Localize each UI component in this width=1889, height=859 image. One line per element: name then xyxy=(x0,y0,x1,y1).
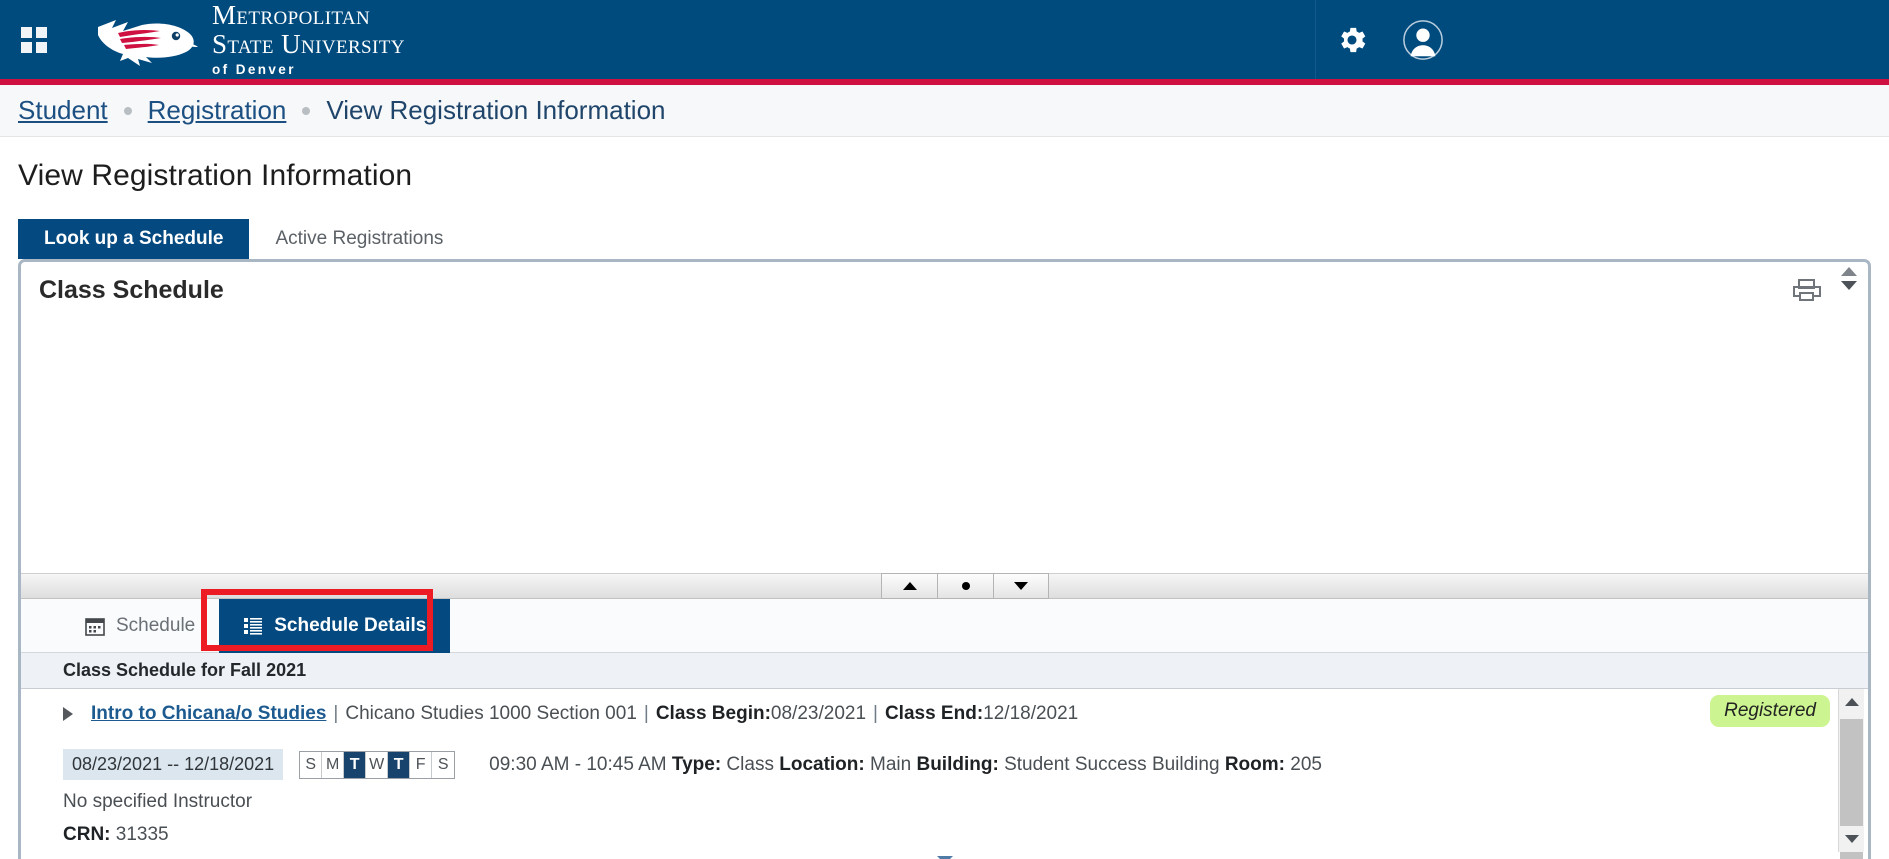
crn-value: 31335 xyxy=(110,824,169,845)
day-cell: S xyxy=(432,751,455,778)
tab-strip: Look up a Schedule Active Registrations xyxy=(0,219,1889,259)
header-actions xyxy=(1315,0,1889,79)
course-subject-section: Chicano Studies 1000 Section 001 xyxy=(345,703,637,724)
meeting-time: 09:30 AM - 10:45 AM xyxy=(489,753,672,775)
course-title-link[interactable]: Intro to Chicana/o Studies xyxy=(91,703,326,725)
subtab-schedule-details[interactable]: Schedule Details xyxy=(219,598,451,653)
panel-corner-nav xyxy=(1836,267,1862,290)
meeting-date-range: 08/23/2021 -- 12/18/2021 xyxy=(63,749,284,780)
type-label: Type: xyxy=(671,753,722,775)
day-cell: F xyxy=(410,751,433,778)
class-begin-value: 08/23/2021 xyxy=(770,703,867,724)
course-scroll-region: Intro to Chicana/o Studies | Chicano Stu… xyxy=(21,689,1868,854)
panel-title: Class Schedule xyxy=(39,276,224,304)
status-badge: Registered xyxy=(1710,695,1830,727)
chevron-up-icon[interactable] xyxy=(1841,267,1857,276)
triangle-up-icon xyxy=(1844,698,1859,706)
breadcrumb-item-student[interactable]: Student xyxy=(18,95,108,126)
header-right-spacer xyxy=(1459,0,1889,79)
type-value: Class xyxy=(721,753,780,775)
tab-look-up-a-schedule[interactable]: Look up a Schedule xyxy=(18,219,250,259)
panel-collapse-button[interactable] xyxy=(993,573,1049,599)
gear-icon xyxy=(1340,27,1365,52)
grid-cell xyxy=(21,41,32,53)
grid-cell xyxy=(36,26,47,38)
day-cell: W xyxy=(366,751,389,778)
app-header: Metropolitan State University of Denver xyxy=(0,0,1889,85)
day-cell: T xyxy=(344,751,367,778)
room-value: 205 xyxy=(1284,753,1322,775)
calendar-icon xyxy=(85,617,105,636)
separator-pipe: | xyxy=(873,703,878,724)
no-instructor-text: No specified Instructor xyxy=(63,791,253,812)
panel-expand-button[interactable] xyxy=(881,573,937,599)
breadcrumb: Student Registration View Registration I… xyxy=(0,85,1889,137)
breadcrumb-item-registration[interactable]: Registration xyxy=(148,95,287,126)
building-value: Student Success Building xyxy=(998,753,1225,775)
class-schedule-panel: Class Schedule Schedule Schedule Details… xyxy=(18,259,1871,859)
brand-line-3: of Denver xyxy=(212,62,296,78)
scroll-up-button[interactable] xyxy=(1839,689,1864,715)
meeting-row: 08/23/2021 -- 12/18/2021 S M T W T F S 09:30 AM … xyxy=(63,749,1830,780)
class-begin-label: Class Begin: xyxy=(655,703,771,724)
roadrunner-logo xyxy=(98,19,198,66)
day-cell: M xyxy=(322,751,345,778)
brand-line-2: State University xyxy=(212,29,405,60)
class-end-value: 12/18/2021 xyxy=(983,703,1079,724)
separator-pipe: | xyxy=(643,703,649,724)
subtab-schedule-label: Schedule xyxy=(116,614,196,636)
instructor-line: No specified Instructor xyxy=(63,791,1830,813)
room-label: Room: xyxy=(1224,753,1285,775)
tab-active-registrations[interactable]: Active Registrations xyxy=(249,219,469,259)
subtab-schedule-details-label: Schedule Details xyxy=(274,614,427,636)
grid-cell xyxy=(36,41,47,53)
crn-line: CRN: 31335 xyxy=(63,824,1830,846)
triangle-up-icon xyxy=(902,582,917,590)
page-title: View Registration Information xyxy=(18,159,413,192)
brand-line-1: Metropolitan xyxy=(212,0,371,31)
user-avatar-icon xyxy=(1403,19,1443,60)
separator-pipe: | xyxy=(333,703,339,724)
course-row: Intro to Chicana/o Studies | Chicano Stu… xyxy=(63,689,1830,854)
grid-launcher-icon[interactable] xyxy=(21,26,47,53)
brand-wordmark: Metropolitan State University of Denver xyxy=(212,2,405,77)
list-detail-icon xyxy=(244,617,263,635)
brand-lockup[interactable]: Metropolitan State University of Denver xyxy=(90,2,405,77)
expand-triangle-icon[interactable] xyxy=(63,707,73,721)
meeting-details: 09:30 AM - 10:45 AM Type: Class Location… xyxy=(489,754,1322,776)
panel-resizer xyxy=(881,573,1049,599)
day-cell: S xyxy=(300,751,323,778)
location-value: Main xyxy=(864,753,917,775)
course-headline: Intro to Chicana/o Studies | Chicano Stu… xyxy=(63,703,1830,725)
scroll-down-button[interactable] xyxy=(1839,826,1864,852)
grid-cell xyxy=(21,26,32,38)
settings-button[interactable] xyxy=(1315,0,1387,79)
term-header: Class Schedule for Fall 2021 xyxy=(21,653,1868,689)
breadcrumb-item-current: View Registration Information xyxy=(326,95,666,125)
crn-label: CRN: xyxy=(63,824,111,845)
class-end-label: Class End: xyxy=(884,703,984,724)
dot-icon xyxy=(961,582,970,590)
profile-button[interactable] xyxy=(1387,0,1459,79)
meeting-days: SMTWTFS xyxy=(299,750,456,779)
building-label: Building: xyxy=(916,753,999,775)
location-label: Location: xyxy=(779,753,865,775)
panel-restore-button[interactable] xyxy=(937,573,993,599)
schedule-subtab-bar: Schedule Schedule Details xyxy=(21,598,1868,653)
chevron-down-icon[interactable] xyxy=(1841,281,1857,290)
vertical-scrollbar[interactable] xyxy=(1838,689,1864,859)
day-cell: T xyxy=(388,751,411,778)
course-list: Intro to Chicana/o Studies | Chicano Stu… xyxy=(21,689,1830,854)
triangle-down-icon xyxy=(1014,582,1028,590)
triangle-down-icon xyxy=(1844,835,1859,843)
breadcrumb-separator xyxy=(123,106,132,115)
print-icon[interactable] xyxy=(1792,278,1822,302)
breadcrumb-separator xyxy=(302,106,311,115)
subtab-schedule[interactable]: Schedule xyxy=(61,599,219,653)
